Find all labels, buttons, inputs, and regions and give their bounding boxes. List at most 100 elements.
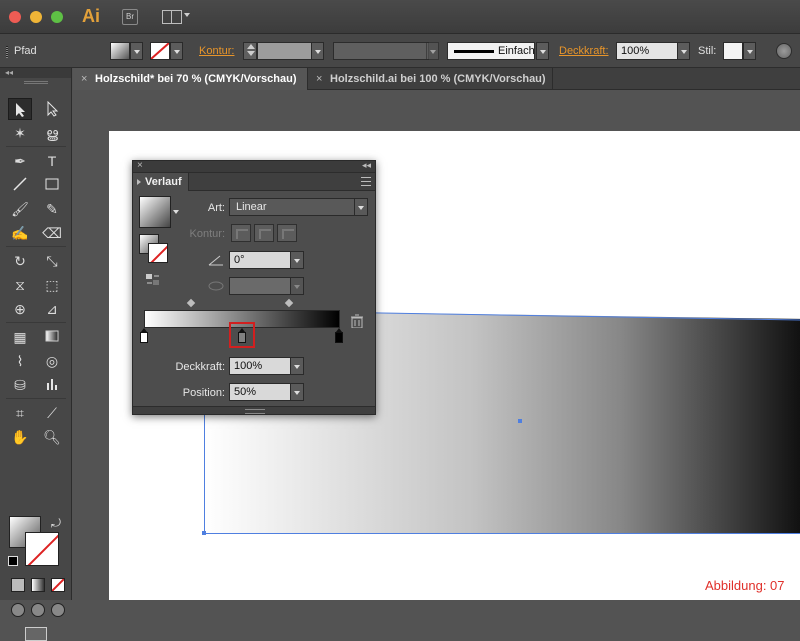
none-mode-button[interactable]: [51, 578, 65, 592]
chevron-down-icon[interactable]: [184, 13, 190, 17]
color-mode-button[interactable]: [11, 578, 25, 592]
hand-tool-icon[interactable]: ✋: [8, 426, 32, 448]
pen-tool-icon[interactable]: ✒: [8, 150, 32, 172]
gradient-tool-icon[interactable]: [40, 326, 64, 348]
artboard-tool-icon[interactable]: ⌗: [8, 402, 32, 424]
tab-verlauf[interactable]: Verlauf: [133, 173, 189, 191]
symbol-sprayer-tool-icon[interactable]: ⛁: [8, 374, 32, 396]
stroke-weight-input[interactable]: [257, 42, 313, 60]
selection-tool-icon[interactable]: [8, 98, 32, 120]
stroke-color-box[interactable]: [25, 532, 59, 566]
scale-tool-icon[interactable]: ⤡: [40, 250, 64, 272]
gradient-type-select[interactable]: Linear: [229, 198, 368, 216]
color-stop-black[interactable]: [335, 328, 343, 343]
stroke-weight-stepper[interactable]: [243, 42, 257, 60]
stroke-swatch[interactable]: [150, 42, 170, 60]
close-icon[interactable]: ×: [137, 160, 143, 171]
stroke-gradient-across-button[interactable]: [277, 224, 297, 242]
stop-position-input[interactable]: 50%: [229, 383, 304, 401]
column-graph-tool-icon[interactable]: [40, 374, 64, 396]
stroke-weight-dropdown[interactable]: [311, 42, 324, 60]
zoom-window-button[interactable]: [51, 11, 63, 23]
stroke-label[interactable]: Kontur:: [199, 45, 234, 57]
draw-normal-icon[interactable]: [11, 603, 25, 617]
angle-input[interactable]: 0°: [229, 251, 304, 269]
chevron-down-icon[interactable]: [173, 210, 179, 214]
figure-caption: Abbildung: 07: [705, 578, 785, 593]
opacity-label[interactable]: Deckkraft:: [559, 45, 609, 57]
stop-opacity-input[interactable]: 100%: [229, 357, 304, 375]
tab-holzschild-100[interactable]: × Holzschild.ai bei 100 % (CMYK/Vorschau…: [308, 68, 553, 90]
fill-dropdown[interactable]: [130, 42, 143, 60]
magic-wand-tool-icon[interactable]: ✶: [8, 122, 32, 144]
paintbrush-tool-icon[interactable]: 🖌: [8, 198, 32, 220]
variable-width-profile[interactable]: [333, 42, 429, 60]
opacity-dropdown[interactable]: [677, 42, 690, 60]
tab-holzschild-70[interactable]: × Holzschild* bei 70 % (CMYK/Vorschau): [73, 68, 308, 90]
chevron-down-icon[interactable]: [290, 357, 304, 375]
anchor-point[interactable]: [202, 531, 206, 535]
rectangle-tool-icon[interactable]: [40, 174, 64, 196]
opacity-input[interactable]: 100%: [616, 42, 678, 60]
panel-menu-icon[interactable]: [361, 177, 371, 186]
line-tool-icon[interactable]: [8, 174, 32, 196]
stroke-gradient-along-button[interactable]: [254, 224, 274, 242]
reverse-gradient-icon[interactable]: [145, 273, 161, 287]
collapse-icon[interactable]: ◂◂: [362, 160, 371, 171]
gradient-mode-button[interactable]: [31, 578, 45, 592]
chevron-down-icon[interactable]: [290, 383, 304, 401]
center-point[interactable]: [518, 419, 522, 423]
swap-fill-stroke-icon[interactable]: ⤾: [51, 516, 61, 531]
recolor-artwork-icon[interactable]: [776, 43, 792, 59]
lasso-tool-icon[interactable]: ൠ: [40, 122, 64, 144]
close-tab-icon[interactable]: ×: [81, 68, 87, 90]
draw-inside-icon[interactable]: [51, 603, 65, 617]
gradient-preview-swatch[interactable]: [139, 196, 171, 228]
blob-brush-tool-icon[interactable]: ✍: [8, 222, 32, 244]
panel-titlebar[interactable]: × ◂◂: [133, 160, 375, 173]
mesh-tool-icon[interactable]: ▦: [8, 326, 32, 348]
arrange-documents-icon[interactable]: [162, 10, 182, 24]
eraser-tool-icon[interactable]: ⌫: [40, 222, 64, 244]
zoom-tool-icon[interactable]: 🔍︎: [40, 426, 64, 448]
brush-definition[interactable]: Einfach: [447, 42, 535, 60]
rotate-tool-icon[interactable]: ↻: [8, 250, 32, 272]
panel-resize-handle[interactable]: [133, 406, 375, 414]
fill-swatch[interactable]: [110, 42, 130, 60]
default-fill-stroke-icon[interactable]: [8, 556, 18, 566]
type-tool-icon[interactable]: T: [40, 150, 64, 172]
chevron-down-icon[interactable]: [290, 251, 304, 269]
perspective-grid-tool-icon[interactable]: ⊿: [40, 298, 64, 320]
graphic-style-swatch[interactable]: [723, 42, 743, 60]
stroke-dropdown[interactable]: [170, 42, 183, 60]
chevron-down-icon[interactable]: [354, 198, 368, 216]
brush-dropdown[interactable]: [536, 42, 549, 60]
selection-edge-bottom: [204, 533, 800, 534]
tools-grip[interactable]: [23, 81, 48, 84]
draw-behind-icon[interactable]: [31, 603, 45, 617]
color-stop-white[interactable]: [140, 328, 148, 343]
blend-tool-icon[interactable]: ◎: [40, 350, 64, 372]
direct-selection-tool-icon[interactable]: [40, 98, 64, 120]
aspect-ratio-input[interactable]: [229, 277, 304, 295]
gradient-stroke-indicator[interactable]: [148, 243, 168, 263]
tools-collapse-icon[interactable]: ◂◂: [0, 68, 71, 78]
minimize-window-button[interactable]: [30, 11, 42, 23]
profile-dropdown[interactable]: [426, 42, 439, 60]
graphic-style-dropdown[interactable]: [743, 42, 756, 60]
pencil-tool-icon[interactable]: ✎: [40, 198, 64, 220]
bridge-button[interactable]: Br: [122, 9, 138, 25]
chevron-down-icon[interactable]: [290, 277, 304, 295]
slice-tool-icon[interactable]: ⟋: [40, 402, 64, 424]
shape-builder-tool-icon[interactable]: ⊕: [8, 298, 32, 320]
eyedropper-tool-icon[interactable]: ⌇: [8, 350, 32, 372]
close-tab-icon[interactable]: ×: [316, 68, 322, 90]
free-transform-tool-icon[interactable]: ⬚: [40, 274, 64, 296]
screen-mode-icon[interactable]: [25, 627, 47, 641]
trash-icon[interactable]: [350, 314, 364, 328]
close-window-button[interactable]: [9, 11, 21, 23]
stroke-gradient-within-button[interactable]: [231, 224, 251, 242]
grip-handle[interactable]: [6, 46, 8, 58]
width-tool-icon[interactable]: ⧖: [8, 274, 32, 296]
document-tabs: × Holzschild* bei 70 % (CMYK/Vorschau) ×…: [73, 68, 800, 90]
